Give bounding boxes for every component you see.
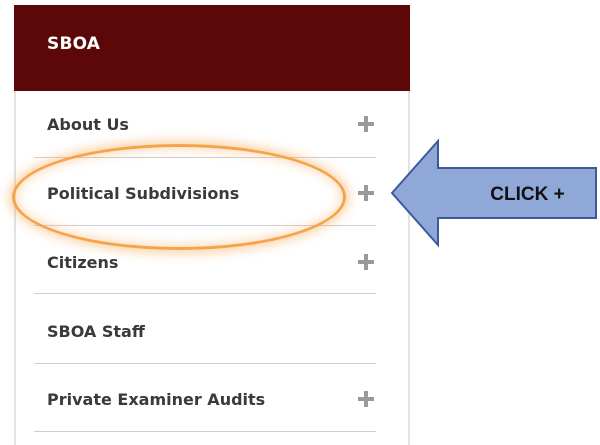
plus-icon[interactable] — [358, 254, 374, 270]
sidebar-item-label: Private Examiner Audits — [47, 390, 266, 409]
plus-icon[interactable] — [358, 185, 374, 201]
sidebar-item-label: Citizens — [47, 253, 119, 272]
plus-icon[interactable] — [358, 116, 374, 132]
plus-icon[interactable] — [358, 391, 374, 407]
sidebar-item-label: About Us — [47, 115, 129, 134]
callout-label: CLICK + — [490, 184, 565, 205]
sidebar-item-citizens[interactable]: Citizens — [34, 226, 376, 294]
sidebar-item-political-subdivisions[interactable]: Political Subdivisions — [34, 158, 376, 226]
sidebar-title: SBOA — [47, 34, 101, 54]
sidebar-item-about-us[interactable]: About Us — [34, 90, 376, 158]
sidebar-item-sboa-staff[interactable]: SBOA Staff — [34, 296, 376, 364]
sidebar-item-private-examiner-audits[interactable]: Private Examiner Audits — [34, 364, 376, 432]
sidebar-item-label: Political Subdivisions — [47, 184, 240, 203]
sidebar-item-label: SBOA Staff — [47, 322, 145, 341]
